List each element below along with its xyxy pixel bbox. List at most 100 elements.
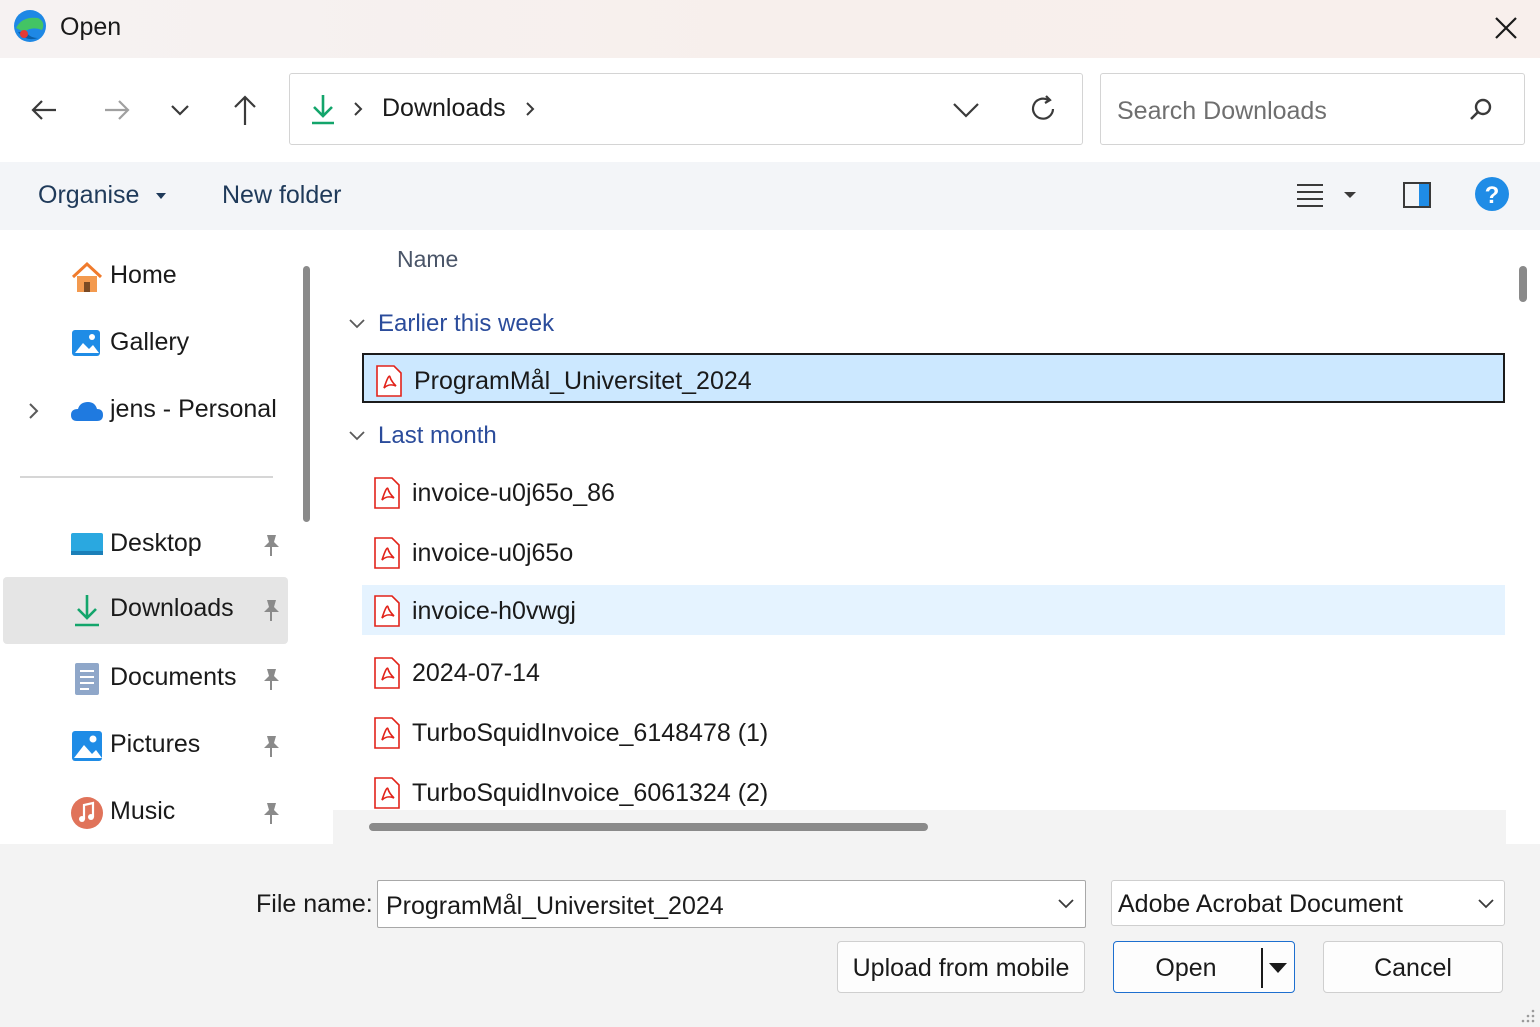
refresh-button[interactable] xyxy=(1026,92,1060,126)
group-header-earlier-this-week[interactable]: Earlier this week xyxy=(378,310,554,338)
address-history-dropdown[interactable] xyxy=(950,95,982,125)
chevron-down-icon xyxy=(953,103,979,118)
sidebar-item-music[interactable]: Music xyxy=(3,780,288,846)
file-row[interactable]: invoice-u0j65o xyxy=(362,527,1505,577)
edge-icon xyxy=(12,8,48,44)
pin-icon[interactable] xyxy=(259,532,283,558)
sidebar-divider xyxy=(20,476,273,478)
music-icon xyxy=(71,797,103,829)
title-bar xyxy=(0,0,1540,58)
sidebar-item-home[interactable]: Home xyxy=(3,244,288,310)
cancel-button-label: Cancel xyxy=(1374,954,1452,982)
horizontal-scrollbar-thumb[interactable] xyxy=(369,823,928,831)
forward-button[interactable] xyxy=(92,85,142,135)
home-icon xyxy=(71,261,103,292)
pdf-file-icon xyxy=(374,717,400,749)
file-name: TurboSquidInvoice_6148478 (1) xyxy=(412,719,769,747)
breadcrumb-separator-icon xyxy=(350,98,366,120)
new-folder-button[interactable]: New folder xyxy=(222,181,342,210)
list-view-icon xyxy=(1297,184,1356,207)
file-name: invoice-u0j65o_86 xyxy=(412,479,615,507)
window-title: Open xyxy=(60,13,122,41)
sidebar-item-desktop[interactable]: Desktop xyxy=(3,512,288,578)
cancel-button[interactable]: Cancel xyxy=(1323,941,1503,993)
resize-grip-icon[interactable] xyxy=(1518,1006,1536,1024)
pdf-file-icon xyxy=(374,777,400,809)
download-icon xyxy=(75,595,99,627)
chevron-down-icon[interactable] xyxy=(1056,895,1076,913)
close-icon xyxy=(1495,17,1517,39)
arrow-left-icon xyxy=(31,100,56,120)
preview-pane-icon xyxy=(1403,182,1431,208)
file-row-hovered[interactable]: invoice-h0vwgj xyxy=(362,585,1505,635)
sidebar-item-onedrive[interactable]: jens - Personal xyxy=(3,378,288,444)
sidebar-scrollbar-thumb[interactable] xyxy=(303,266,310,522)
sidebar-item-pictures[interactable]: Pictures xyxy=(3,713,288,779)
group-header-last-month[interactable]: Last month xyxy=(378,422,497,450)
recent-locations-button[interactable] xyxy=(155,85,205,135)
help-icon: ? xyxy=(1475,177,1509,211)
preview-pane-button[interactable] xyxy=(1401,179,1433,211)
chevron-down-icon xyxy=(171,105,189,116)
sidebar-item-downloads[interactable]: Downloads xyxy=(3,577,288,644)
download-location-icon xyxy=(308,92,338,126)
file-row[interactable]: 2024-07-14 xyxy=(362,647,1505,697)
desktop-icon xyxy=(71,533,103,555)
file-row[interactable]: TurboSquidInvoice_6061324 (2) xyxy=(362,767,1505,810)
collapse-group-icon[interactable] xyxy=(347,314,367,334)
arrow-up-icon xyxy=(234,95,256,125)
view-options-button[interactable] xyxy=(1294,180,1364,212)
search-box[interactable] xyxy=(1100,73,1525,145)
sidebar-item-label: Gallery xyxy=(110,328,190,356)
help-button[interactable]: ? xyxy=(1474,176,1510,212)
file-row[interactable]: invoice-u0j65o_86 xyxy=(362,467,1505,517)
back-button[interactable] xyxy=(19,85,69,135)
onedrive-icon xyxy=(71,402,103,421)
file-name: 2024-07-14 xyxy=(412,659,540,687)
sidebar-item-documents[interactable]: Documents xyxy=(3,646,288,712)
open-button[interactable]: Open xyxy=(1113,941,1295,993)
caret-down-icon[interactable] xyxy=(1266,960,1290,976)
pin-icon[interactable] xyxy=(259,733,283,759)
up-button[interactable] xyxy=(220,85,270,135)
file-row-selected[interactable]: ProgramMål_Universitet_2024 xyxy=(362,353,1505,403)
file-type-value: Adobe Acrobat Document xyxy=(1118,890,1403,918)
sidebar-item-label: Music xyxy=(110,797,176,825)
arrow-right-icon xyxy=(105,100,130,120)
file-row[interactable]: TurboSquidInvoice_6148478 (1) xyxy=(362,707,1505,757)
chevron-down-icon xyxy=(1478,899,1494,909)
pin-icon[interactable] xyxy=(259,597,283,623)
vertical-scrollbar-thumb[interactable] xyxy=(1519,266,1527,302)
navigation-pane: Home Gallery jens - Personal Desktop Dow… xyxy=(0,230,291,844)
documents-icon xyxy=(75,663,99,695)
expand-chevron-icon[interactable] xyxy=(25,400,41,422)
file-name-label: File name: xyxy=(256,890,373,918)
vertical-scrollbar-track[interactable] xyxy=(1506,230,1540,844)
file-name: invoice-u0j65o xyxy=(412,539,574,567)
sidebar-item-label: Downloads xyxy=(110,594,234,622)
search-input[interactable] xyxy=(1115,92,1459,130)
collapse-group-icon[interactable] xyxy=(347,426,367,446)
column-header-name[interactable]: Name xyxy=(397,246,458,273)
sidebar-item-gallery[interactable]: Gallery xyxy=(3,311,288,377)
pin-icon[interactable] xyxy=(259,800,283,826)
sidebar-item-label: Home xyxy=(110,261,177,289)
upload-from-mobile-button[interactable]: Upload from mobile xyxy=(837,941,1085,993)
sidebar-item-label: Pictures xyxy=(110,730,201,758)
close-button[interactable] xyxy=(1480,4,1532,52)
svg-text:?: ? xyxy=(1485,182,1500,209)
breadcrumb-chevron-icon[interactable] xyxy=(522,98,538,120)
refresh-icon xyxy=(1031,95,1055,120)
file-name: ProgramMål_Universitet_2024 xyxy=(414,367,752,395)
pin-icon[interactable] xyxy=(259,666,283,692)
pictures-icon xyxy=(72,731,102,761)
file-name-input[interactable] xyxy=(384,889,1028,923)
pdf-file-icon xyxy=(374,595,400,627)
caret-down-icon xyxy=(156,193,167,200)
file-type-select[interactable]: Adobe Acrobat Document xyxy=(1111,880,1505,926)
file-name-combobox[interactable] xyxy=(377,880,1086,928)
organise-button[interactable]: Organise xyxy=(38,181,168,210)
breadcrumb-downloads[interactable]: Downloads xyxy=(382,94,506,123)
organise-label: Organise xyxy=(38,181,140,209)
open-button-label: Open xyxy=(1155,954,1217,982)
